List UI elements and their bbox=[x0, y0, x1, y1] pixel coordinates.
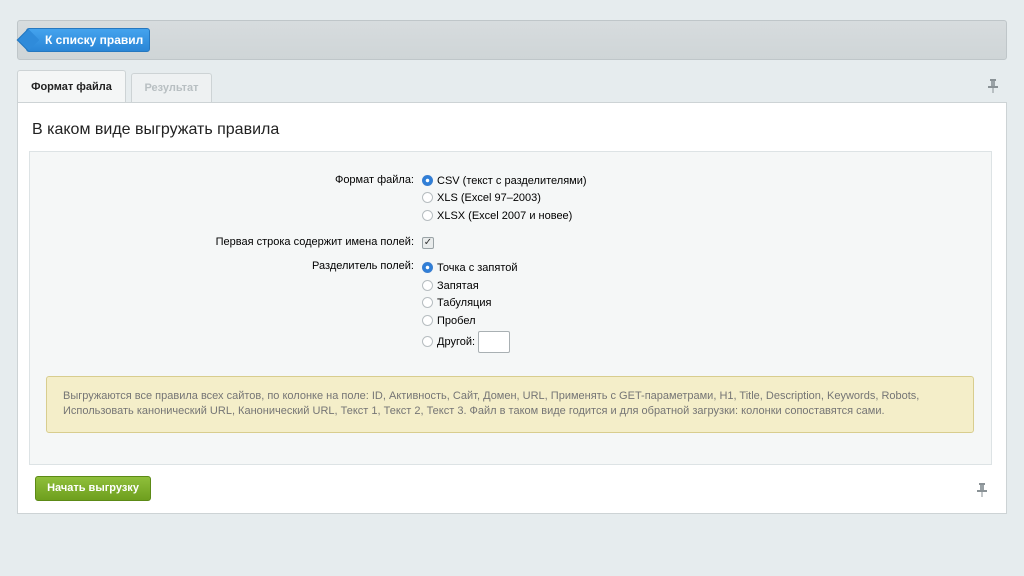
info-note: Выгружаются все правила всех сайтов, по … bbox=[46, 376, 974, 433]
radio-icon[interactable] bbox=[422, 175, 433, 186]
radio-icon[interactable] bbox=[422, 297, 433, 308]
separator-label: Разделитель полей: bbox=[312, 260, 414, 272]
start-export-button[interactable]: Начать выгрузку bbox=[35, 476, 151, 501]
pin-icon[interactable] bbox=[987, 78, 999, 94]
tab-file-format[interactable]: Формат файла bbox=[17, 70, 126, 102]
export-settings-form: Формат файла: CSV (текст с разделителями… bbox=[29, 151, 992, 465]
radio-icon[interactable] bbox=[422, 262, 433, 273]
first-row-checkbox[interactable]: ✓ bbox=[422, 237, 434, 249]
separator-option-tab[interactable]: Табуляция bbox=[422, 297, 491, 309]
format-option-csv[interactable]: CSV (текст с разделителями) bbox=[422, 175, 587, 187]
radio-icon[interactable] bbox=[422, 280, 433, 291]
main-panel: В каком виде выгружать правила Формат фа… bbox=[17, 102, 1007, 514]
separator-option-comma[interactable]: Запятая bbox=[422, 280, 479, 292]
separator-option-semicolon[interactable]: Точка с запятой bbox=[422, 262, 518, 274]
top-toolbar: К списку правил bbox=[17, 20, 1007, 60]
other-separator-input[interactable] bbox=[478, 331, 511, 353]
format-option-xlsx[interactable]: XLSX (Excel 2007 и новее) bbox=[422, 210, 572, 222]
page-title: В каком виде выгружать правила bbox=[32, 121, 280, 138]
separator-option-other[interactable]: Другой: bbox=[422, 331, 511, 353]
tab-result[interactable]: Результат bbox=[131, 73, 212, 102]
separator-option-space[interactable]: Пробел bbox=[422, 315, 476, 327]
format-option-xls[interactable]: XLS (Excel 97–2003) bbox=[422, 192, 541, 204]
first-row-label: Первая строка содержит имена полей: bbox=[215, 236, 414, 248]
radio-icon[interactable] bbox=[422, 335, 433, 347]
radio-icon[interactable] bbox=[422, 315, 433, 326]
pin-icon[interactable] bbox=[976, 482, 988, 498]
radio-icon[interactable] bbox=[422, 192, 433, 203]
radio-icon[interactable] bbox=[422, 210, 433, 221]
format-label: Формат файла: bbox=[334, 174, 414, 186]
back-to-rules-button[interactable]: К списку правил bbox=[26, 28, 150, 52]
